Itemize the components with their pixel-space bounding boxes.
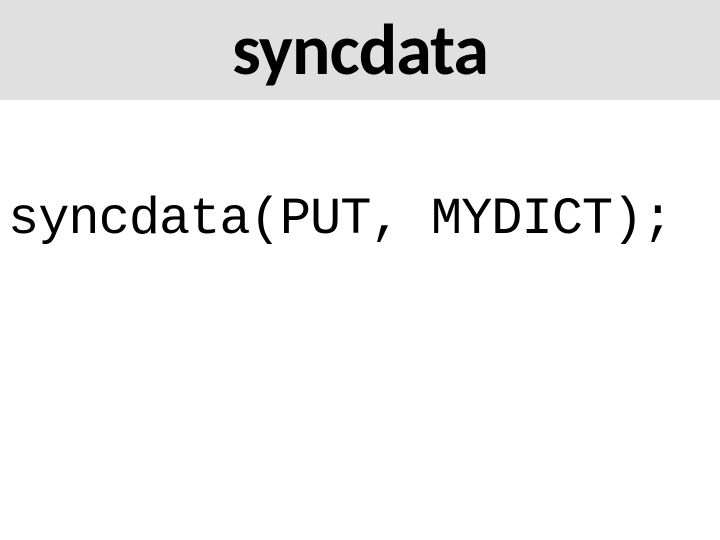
slide-body: syncdata(PUT, MYDICT); <box>0 100 720 249</box>
slide-title: syncdata <box>232 6 488 94</box>
slide-header: syncdata <box>0 0 720 100</box>
code-example: syncdata(PUT, MYDICT); <box>0 190 720 249</box>
